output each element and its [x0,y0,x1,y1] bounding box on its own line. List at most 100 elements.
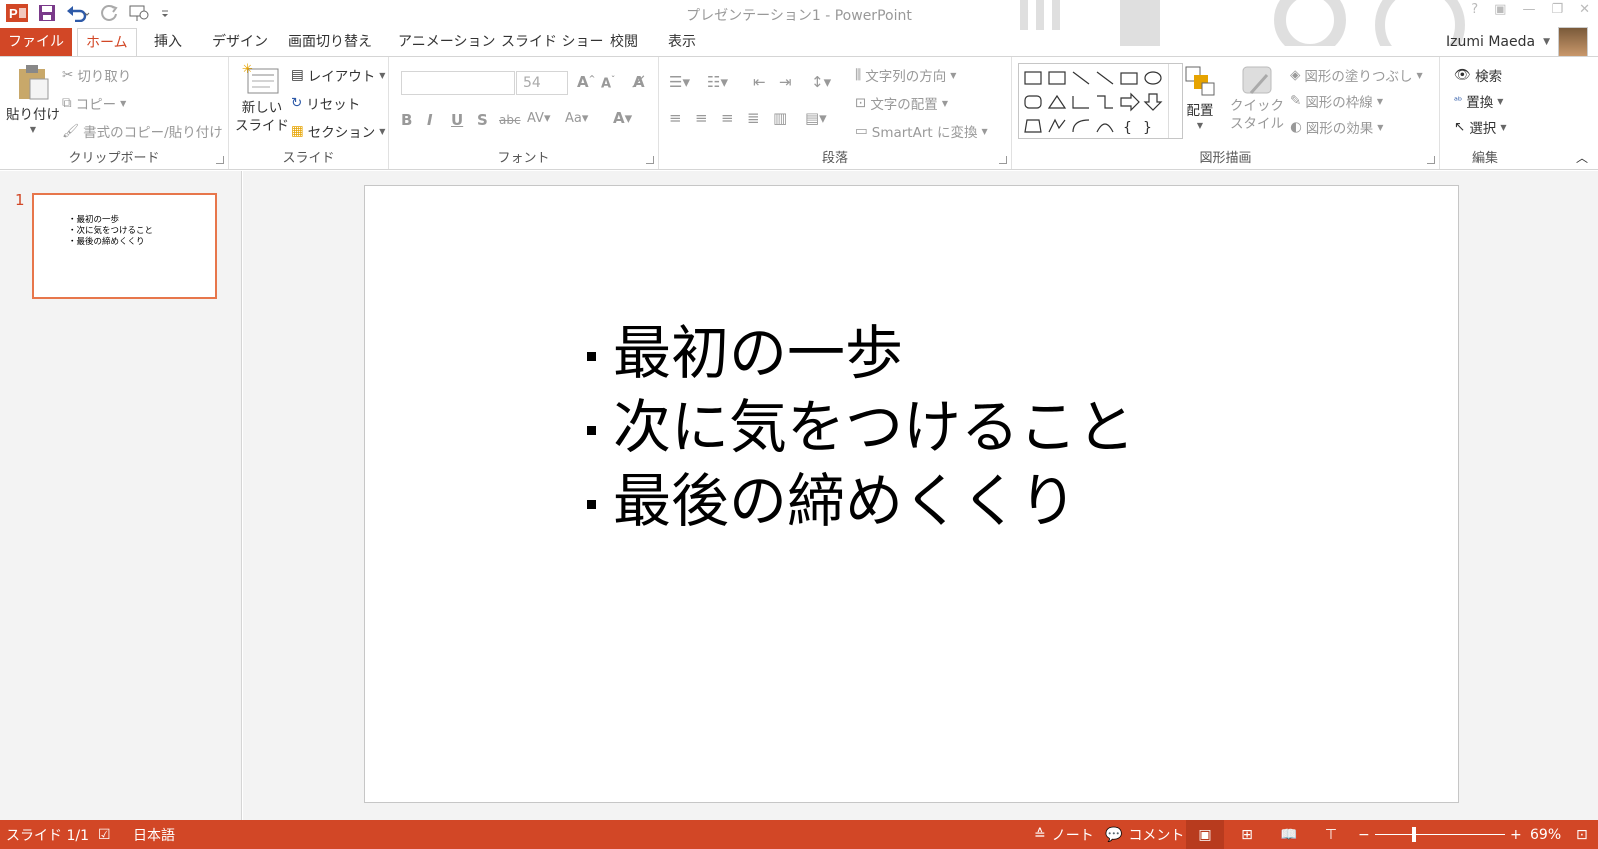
replace-button[interactable]: ᵃᵇ 置換 ▼ [1454,91,1503,111]
shapes-gallery[interactable]: {} [1018,63,1183,139]
tab-home[interactable]: ホーム [77,28,137,57]
bullet-item[interactable]: 最後の締めくくり [583,464,1135,538]
normal-view-button[interactable]: ▣ [1186,820,1224,849]
clipboard-dialog-launcher[interactable] [216,156,224,164]
spell-check-icon[interactable]: ☑ [98,820,111,849]
cut-button[interactable]: ✂ 切り取り [62,65,131,85]
slide-canvas[interactable]: 最初の一歩 次に気をつけること 最後の締めくくり [364,185,1459,803]
align-center-icon[interactable]: ≡ [695,109,708,127]
tab-review[interactable]: 校閲 [602,28,646,56]
tab-design[interactable]: デザイン [204,28,276,56]
align-left-icon[interactable]: ≡ [669,109,682,127]
align-right-icon[interactable]: ≡ [721,109,734,127]
find-label: 検索 [1475,69,1503,85]
tab-slide-show[interactable]: スライド ショー [493,28,611,56]
reset-button[interactable]: ↻ リセット [291,93,360,113]
zoom-in-button[interactable]: + [1510,820,1522,849]
user-account[interactable]: Izumi Maeda ▼ [1446,27,1588,57]
bold-icon[interactable]: B [401,111,412,129]
collapse-ribbon-icon[interactable]: ︿ [1576,149,1588,166]
grow-font-icon[interactable]: A^ [577,73,595,91]
restore-icon[interactable]: ❐ [1551,2,1563,17]
comments-button[interactable]: 💬 コメント [1105,820,1184,849]
window-controls: ? ▣ — ❐ ✕ [1471,2,1590,17]
shape-fill-button[interactable]: ◈ 図形の塗りつぶし ▼ [1290,65,1423,85]
arrange-label: 配置 [1186,103,1214,119]
minimize-icon[interactable]: — [1522,2,1535,17]
line-spacing-icon[interactable]: ↕▾ [811,73,831,91]
font-name-select[interactable] [401,71,515,95]
increase-indent-icon[interactable]: ⇥ [779,73,792,91]
numbering-icon[interactable]: ☷▾ [707,73,728,91]
notes-label: ノート [1051,827,1094,844]
new-slide-button[interactable]: ✳ 新しい スライド [235,61,289,135]
title-bar: P プレゼンテーション1 - PowerPoint ? ▣ — ❐ ✕ [0,0,1598,46]
arrange-button[interactable]: 配置 ▼ [1182,63,1218,130]
distributed-icon[interactable]: ▥ [773,109,787,127]
reset-icon: ↻ [291,95,303,111]
font-dialog-launcher[interactable] [646,156,654,164]
shapes-gallery-scroll[interactable] [1168,64,1182,138]
slide-show-button[interactable]: ⊤ [1312,820,1350,849]
zoom-slider-track[interactable] [1375,834,1505,835]
thumbnail-line: ・次に気をつけること [68,226,154,236]
decrease-indent-icon[interactable]: ⇤ [753,73,766,91]
bullet-list[interactable]: 最初の一歩 次に気をつけること 最後の締めくくり [583,316,1135,538]
shape-outline-button[interactable]: ✎ 図形の枠線 ▼ [1290,91,1383,111]
change-case-icon[interactable]: Aa▾ [565,111,588,126]
zoom-slider-thumb[interactable] [1412,827,1416,842]
paste-button[interactable]: 貼り付け ▼ [6,63,60,134]
language-indicator[interactable]: 日本語 [133,820,175,849]
section-button[interactable]: ▦ セクション ▼ [291,121,385,141]
zoom-level[interactable]: 69% [1530,820,1561,849]
comment-icon: 💬 [1105,826,1123,843]
justify-icon[interactable]: ≣ [747,109,760,127]
paragraph-dialog-launcher[interactable] [999,156,1007,164]
select-button[interactable]: ↖ 選択 ▼ [1454,117,1506,137]
strikethrough-icon[interactable]: abc [499,113,521,127]
text-direction-button[interactable]: ⫼ 文字列の方向 ▼ [855,65,956,85]
align-text-button[interactable]: ⊡ 文字の配置 ▼ [855,93,948,113]
tab-file[interactable]: ファイル [0,28,72,56]
layout-button[interactable]: ▤ レイアウト ▼ [291,65,385,85]
comments-label: コメント [1128,827,1185,844]
bullet-item[interactable]: 最初の一歩 [583,316,1135,390]
underline-icon[interactable]: U [451,111,463,129]
find-button[interactable]: 👁 検索 [1454,65,1502,85]
select-label: 選択 [1469,121,1497,137]
ribbon-display-options-icon[interactable]: ▣ [1494,2,1506,17]
paste-label: 貼り付け [6,107,60,123]
character-spacing-icon[interactable]: AV▾ [527,111,550,126]
drawing-dialog-launcher[interactable] [1427,156,1435,164]
help-icon[interactable]: ? [1471,2,1478,17]
tab-insert[interactable]: 挿入 [146,28,190,56]
tab-transitions[interactable]: 画面切り替え [280,28,380,56]
copy-button[interactable]: ⧉ コピー ▼ [62,93,126,113]
slide-thumbnail-pane: 1 ・最初の一歩 ・次に気をつけること ・最後の締めくくり [0,171,242,820]
text-shadow-icon[interactable]: S [477,111,488,129]
tab-view[interactable]: 表示 [660,28,704,56]
close-icon[interactable]: ✕ [1579,2,1590,17]
format-painter-button[interactable]: 🖌 書式のコピー/貼り付け [62,121,223,141]
font-size-select[interactable]: 54 [516,71,568,95]
reading-view-button[interactable]: 📖 [1270,820,1308,849]
quick-styles-button[interactable]: クイック スタイル [1230,63,1284,133]
zoom-out-button[interactable]: − [1358,820,1370,849]
font-color-icon[interactable]: A▾ [613,109,632,127]
fit-to-window-icon[interactable]: ⊡ [1576,820,1588,849]
italic-icon[interactable]: I [427,111,433,129]
font-group: 54 A^ Aˇ A̸ B I U S abc AV▾ Aa▾ A▾ フォント [389,57,659,169]
columns-icon[interactable]: ▤▾ [805,109,827,127]
notes-button[interactable]: ≙ ノート [1034,820,1094,849]
shape-effects-button[interactable]: ◐ 図形の効果 ▼ [1290,117,1383,137]
shrink-font-icon[interactable]: Aˇ [601,75,615,91]
clear-formatting-icon[interactable]: A̸ [633,73,645,91]
slide-sorter-button[interactable]: ⊞ [1228,820,1266,849]
tab-animations[interactable]: アニメーション [390,28,503,56]
bullet-item[interactable]: 次に気をつけること [583,390,1135,464]
bullets-icon[interactable]: ☰▾ [669,73,690,91]
slide-counter[interactable]: スライド 1/1 [6,820,89,849]
slide-thumbnail[interactable]: ・最初の一歩 ・次に気をつけること ・最後の締めくくり [32,193,217,299]
convert-to-smartart-button[interactable]: ▭ SmartArt に変換 ▼ [855,121,988,141]
status-bar: スライド 1/1 ☑ 日本語 ≙ ノート 💬 コメント ▣ ⊞ 📖 ⊤ − + … [0,820,1598,849]
